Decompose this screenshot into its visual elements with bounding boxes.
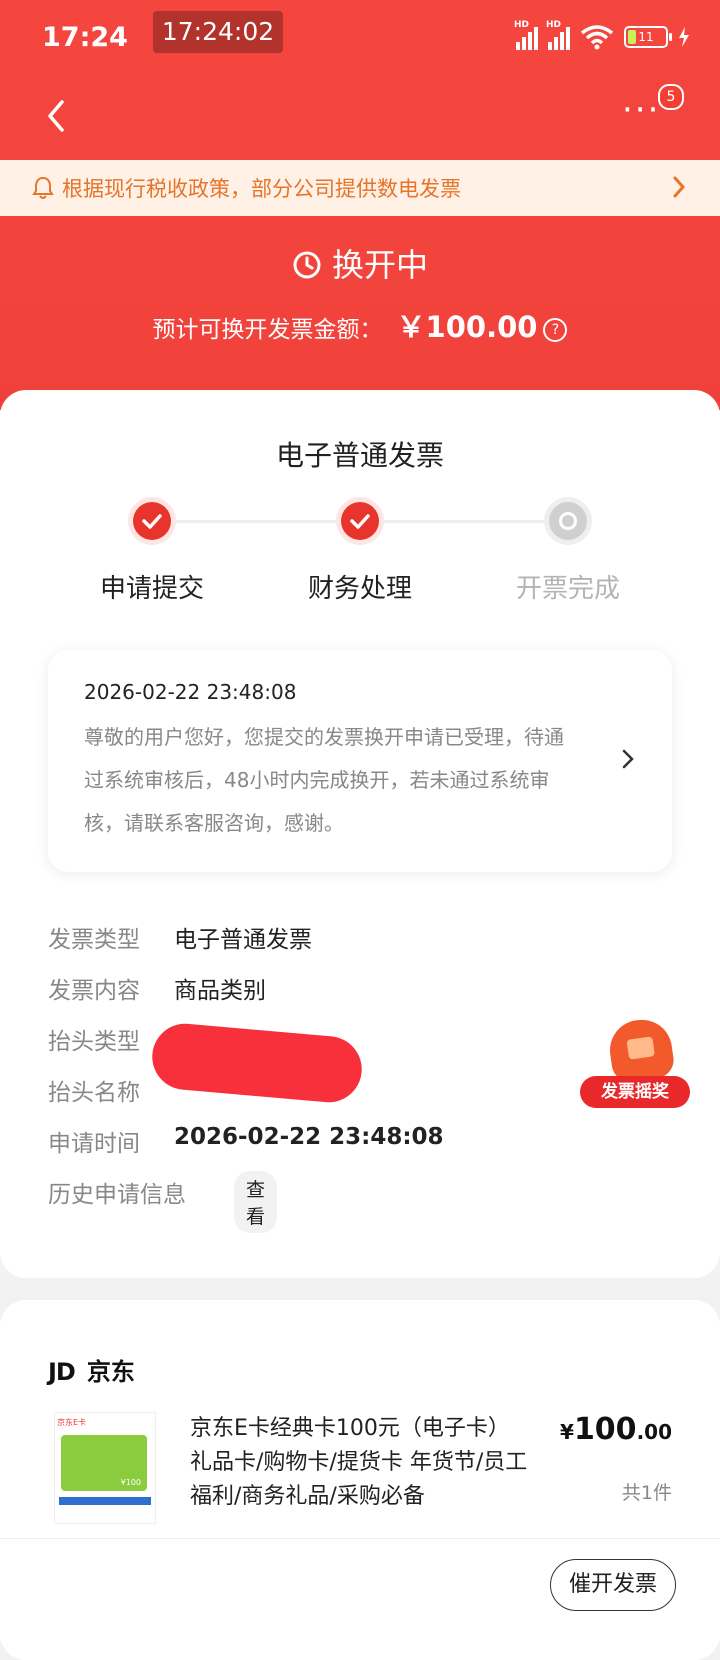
- product-name[interactable]: 京东E卡经典卡100元（电子卡）礼品卡/购物卡/提货卡 年货节/员工福利/商务礼…: [190, 1412, 530, 1514]
- back-button[interactable]: [38, 92, 78, 140]
- step-complete: 开票完成: [468, 488, 668, 605]
- check-icon: [341, 502, 379, 540]
- estimated-amount: 预计可换开发票金额： ￥100.00?: [0, 304, 720, 346]
- view-history-button[interactable]: 查看: [234, 1171, 278, 1233]
- invoice-title: 电子普通发票: [275, 439, 444, 472]
- message-time: 2026-02-22 23:48:08: [84, 680, 297, 704]
- notice-text: 根据现行税收政策，部分公司提供数电发票: [62, 177, 461, 201]
- chevron-right-icon: [673, 176, 686, 198]
- check-icon: [133, 502, 171, 540]
- bell-icon: [32, 176, 54, 199]
- product-quantity: 共1件: [621, 1482, 672, 1504]
- invoice-card: 电子普通发票 申请提交 财务处理 开票完成 2026-02-22 23:48:0…: [0, 390, 720, 1278]
- status-icons: HD HD 11: [514, 20, 690, 50]
- bottom-action-bar: 催开发票: [0, 1538, 720, 1641]
- help-icon[interactable]: ?: [543, 318, 568, 342]
- invoice-lottery-button[interactable]: 发票摇奖: [580, 1015, 692, 1132]
- more-button[interactable]: ··· 5: [622, 84, 684, 132]
- clock-icon: [293, 251, 321, 279]
- step-submit: 申请提交: [52, 488, 252, 605]
- shop-header[interactable]: JD 京东: [48, 1352, 135, 1387]
- message-text: 尊敬的用户您好，您提交的发票换开申请已受理，待通过系统审核后，48小时内完成换开…: [84, 725, 564, 835]
- invoice-status: 换开中: [0, 240, 720, 286]
- amount-value: ￥100.00: [396, 310, 538, 344]
- signal-icon: HD: [514, 20, 538, 50]
- progress-steps: 申请提交 财务处理 开票完成: [0, 488, 720, 604]
- status-message[interactable]: 2026-02-22 23:48:08 尊敬的用户您好，您提交的发票换开申请已受…: [48, 650, 672, 872]
- red-packet-icon: [606, 1015, 676, 1085]
- jd-logo-icon: JD: [48, 1358, 76, 1386]
- battery-icon: 11: [624, 26, 672, 48]
- more-icon: ···: [622, 90, 661, 130]
- signal-icon-2: HD: [546, 20, 570, 50]
- status-bar-time: 17:24: [42, 22, 128, 53]
- chevron-right-icon: [622, 749, 634, 769]
- pending-icon: [549, 502, 587, 540]
- tax-policy-notice[interactable]: 根据现行税收政策，部分公司提供数电发票: [0, 160, 720, 216]
- urge-invoice-button[interactable]: 催开发票: [550, 1559, 676, 1611]
- charging-icon: [679, 27, 689, 47]
- wifi-icon: [580, 25, 614, 50]
- step-processing: 财务处理: [260, 488, 460, 605]
- product-price: ¥100.00: [560, 1412, 672, 1447]
- product-thumbnail[interactable]: 京东E卡 ¥100: [54, 1412, 156, 1524]
- notification-badge: 5: [658, 84, 684, 110]
- clock-overlay: 17:24:02: [153, 11, 283, 53]
